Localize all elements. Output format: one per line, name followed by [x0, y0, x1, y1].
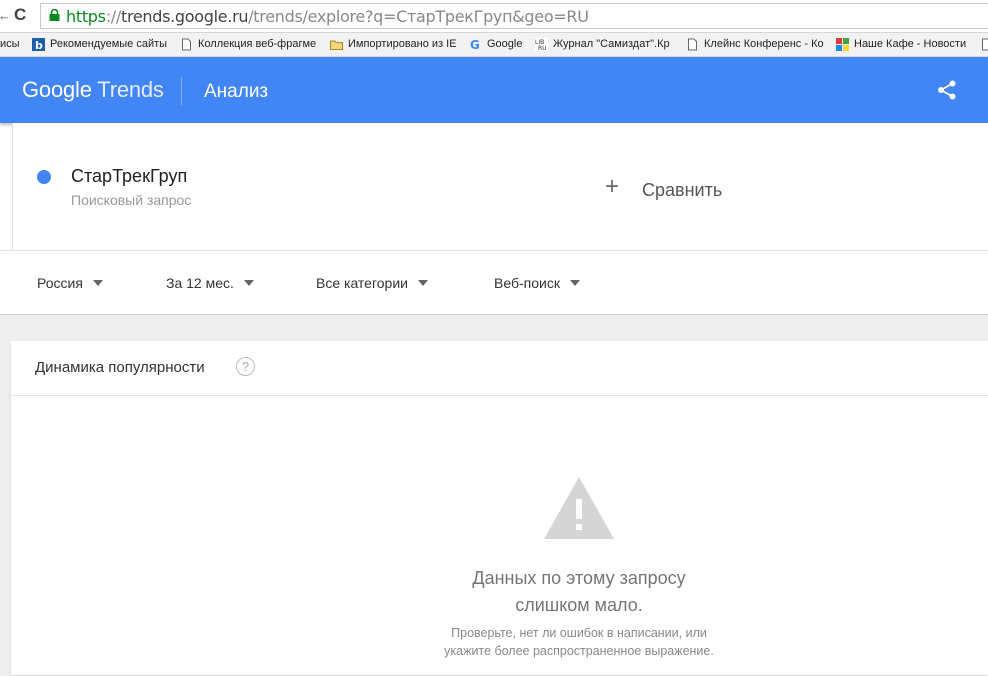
compare-card[interactable]: + Сравнить [579, 123, 988, 250]
bookmark-label: Коллекция веб-фрагме [198, 38, 317, 50]
compare-label: Сравнить [642, 180, 723, 200]
bookmark-item[interactable]: Импортировано из IE [330, 36, 457, 52]
term-type: Поисковый запрос [71, 192, 192, 208]
logo-trends: Trends [97, 77, 164, 102]
dropdown-arrow-icon [92, 280, 103, 286]
search-type-dropdown[interactable]: Веб-поиск [494, 275, 580, 291]
no-data-hint: Проверьте, нет ли ошибок в написании, ил… [406, 624, 752, 660]
dropdown-arrow-icon [243, 280, 254, 286]
url-host: trends.google.ru [120, 7, 249, 26]
page-icon [688, 38, 697, 50]
bookmark-item[interactable]: Коллекция веб-фрагме [180, 36, 316, 52]
svg-text:b: b [35, 39, 43, 51]
period-dropdown[interactable]: За 12 мес. [166, 275, 254, 291]
share-icon[interactable] [936, 79, 958, 101]
bookmark-label: Импортировано из IE [348, 38, 457, 50]
category-value: Все категории [316, 275, 408, 291]
region-dropdown[interactable]: Россия [37, 275, 103, 291]
bookmark-item[interactable]: b Рекомендуемые сайты [32, 36, 167, 52]
page-icon [982, 38, 988, 50]
category-dropdown[interactable]: Все категории [316, 275, 428, 291]
bookmark-label: Рекомендуемые сайты [50, 38, 168, 50]
bookmark-item[interactable]: Наше Кафе - Новости [836, 36, 966, 52]
no-data-message: Данных по этому запросу слишком мало. [406, 565, 752, 619]
bookmarks-bar: исы b Рекомендуемые сайты Коллекция веб-… [0, 33, 988, 57]
bookmark-item[interactable]: G Google [469, 36, 522, 52]
bookmark-label: Клейнс Конференс - Ко [704, 38, 824, 50]
search-term-card[interactable]: СтарТрекГруп Поисковый запрос [12, 123, 580, 250]
bookmark-label: Наше Кафе - Новости [854, 38, 967, 50]
bookmark-item[interactable] [980, 36, 988, 52]
bookmark-item[interactable]: исы [0, 36, 20, 52]
google-trends-logo[interactable]: Google Trends [22, 77, 164, 103]
logo-google: Google [22, 77, 92, 102]
libru-icon: LIBRU [535, 37, 548, 51]
dropdown-arrow-icon [569, 280, 580, 286]
bookmark-item[interactable]: LIB RU Журнал "Самиздат".Кр [535, 36, 670, 52]
warning-icon [544, 477, 614, 539]
lock-icon [49, 9, 60, 21]
term-name[interactable]: СтарТрекГруп [71, 166, 187, 187]
interest-over-time-panel: Динамика популярности ? Данных по этому … [11, 341, 988, 675]
period-value: За 12 мес. [166, 275, 234, 291]
url-scheme: https [66, 7, 106, 26]
bing-icon: b [32, 37, 45, 51]
back-button[interactable]: ← [0, 8, 11, 23]
plus-icon: + [605, 173, 620, 200]
search-type-value: Веб-поиск [494, 275, 560, 291]
folder-icon [330, 40, 343, 50]
svg-text:G: G [470, 38, 480, 51]
panel-divider [11, 395, 988, 396]
bookmark-label: исы [0, 38, 20, 50]
url-separator: :// [105, 7, 122, 26]
no-data-line-1: Данных по этому запросу [472, 568, 686, 588]
address-bar[interactable]: https://trends.google.ru/trends/explore?… [40, 3, 988, 29]
page-icon [182, 38, 191, 50]
dropdown-arrow-icon [417, 280, 428, 286]
url-path: /trends/explore?q=СтарТрекГруп&geo=RU [248, 7, 589, 26]
url-text: https://trends.google.ru/trends/explore?… [66, 7, 589, 26]
hint-line-1: Проверьте, нет ли ошибок в написании, ил… [451, 626, 707, 640]
bookmark-label: Google [487, 38, 523, 50]
header-divider [181, 77, 182, 105]
kafe-icon [836, 37, 849, 51]
page-title: Анализ [204, 81, 269, 102]
browser-toolbar: ← C https://trends.google.ru/trends/expl… [0, 0, 988, 33]
hint-line-2: укажите более распространенное выражение… [444, 644, 714, 658]
filters-bar: Россия За 12 мес. Все категории Веб-поис… [0, 251, 988, 314]
bookmark-label: Журнал "Самиздат".Кр [553, 38, 670, 50]
svg-text:RU: RU [538, 45, 547, 51]
term-color-dot [37, 170, 51, 184]
no-data-line-2: слишком мало. [515, 595, 643, 615]
panel-title: Динамика популярности [35, 359, 205, 376]
reload-button[interactable]: C [14, 5, 26, 25]
help-icon[interactable]: ? [236, 357, 255, 376]
bookmark-item[interactable]: Клейнс Конференс - Ко [686, 36, 824, 52]
region-value: Россия [37, 275, 83, 291]
app-header: Google Trends Анализ [0, 57, 988, 123]
google-icon: G [470, 38, 480, 51]
